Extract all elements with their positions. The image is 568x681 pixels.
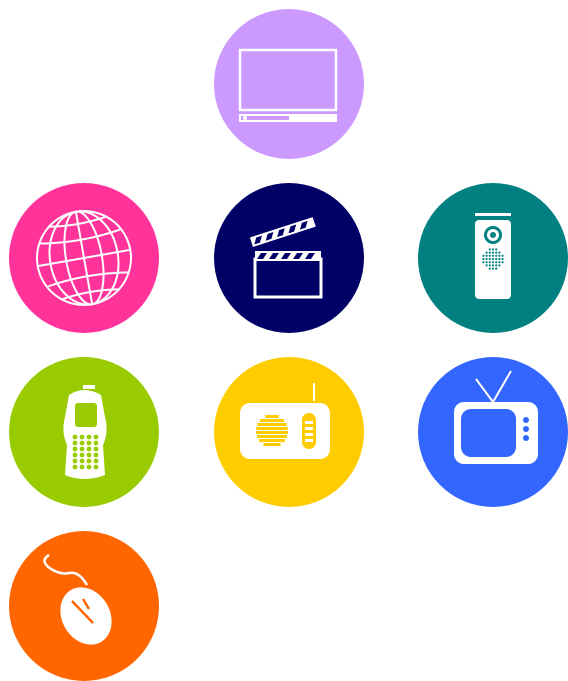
- mouse-tile[interactable]: [9, 531, 159, 681]
- desktop-tile[interactable]: [214, 9, 364, 159]
- mobile-tile[interactable]: [9, 357, 159, 507]
- speaker-tile[interactable]: [418, 183, 568, 333]
- globe-icon: [9, 183, 159, 333]
- film-tile[interactable]: [214, 183, 364, 333]
- tv-tile[interactable]: [418, 357, 568, 507]
- clapperboard-icon: [214, 183, 364, 333]
- mobile-phone-icon: [9, 357, 159, 507]
- radio-icon: [214, 357, 364, 507]
- radio-tile[interactable]: [214, 357, 364, 507]
- speaker-icon: [418, 183, 568, 333]
- computer-mouse-icon: [9, 531, 159, 681]
- tv-icon: [418, 357, 568, 507]
- web-tile[interactable]: [9, 183, 159, 333]
- monitor-icon: [214, 9, 364, 159]
